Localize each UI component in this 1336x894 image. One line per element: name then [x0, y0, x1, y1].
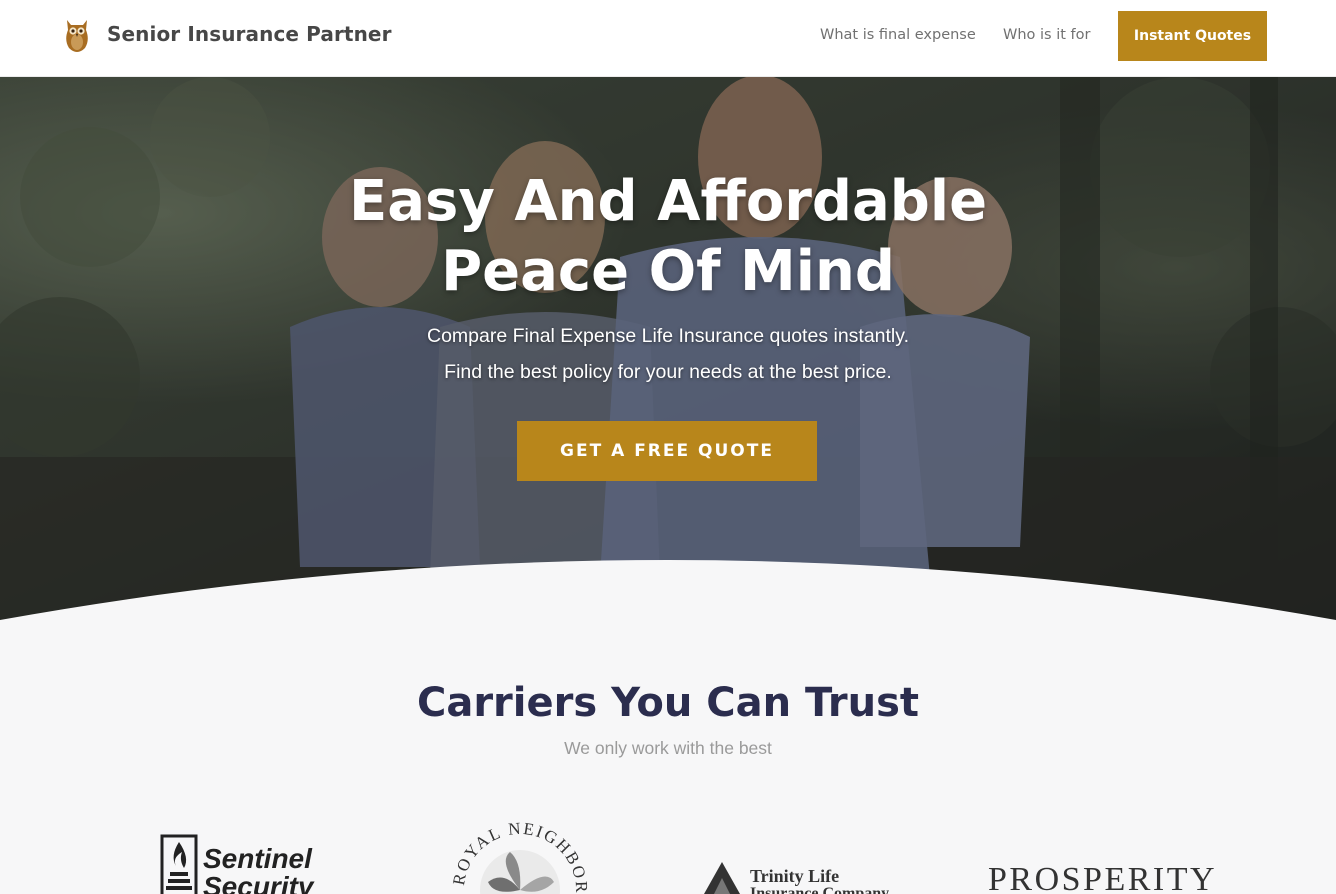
carrier-logo-royal-neighbors[interactable]: ROYAL NEIGHBORS: [448, 812, 593, 894]
royal-neighbors-logo-graphic: ROYAL NEIGHBORS: [448, 812, 589, 894]
security-text: Security: [203, 871, 315, 894]
trinity-life-logo-graphic: Trinity Life Insurance Company: [704, 862, 889, 894]
sentinel-text: Sentinel: [203, 843, 313, 874]
hero-curve-divider: [0, 560, 1336, 622]
hero-title-line-1: Easy And Affordable: [348, 169, 988, 234]
sentinel-security-logo-graphic: Sentinel Security: [160, 834, 315, 894]
instant-quotes-button[interactable]: Instant Quotes: [1118, 11, 1267, 61]
hero-title-line-2: Peace Of Mind: [441, 239, 895, 304]
prosperity-logo-graphic: PROSPERITY: [988, 861, 1217, 894]
carrier-logo-sentinel-security[interactable]: Sentinel Security: [160, 812, 320, 894]
brand-name[interactable]: Senior Insurance Partner: [107, 22, 392, 46]
hero-section: Easy And Affordable Peace Of Mind Compar…: [0, 77, 1336, 622]
hero-subtitle-line-2: Find the best policy for your needs at t…: [444, 361, 892, 383]
owl-icon[interactable]: [64, 16, 90, 54]
hero-subtitle-line-1: Compare Final Expense Life Insurance quo…: [427, 325, 909, 347]
get-free-quote-button[interactable]: GET A FREE QUOTE: [517, 421, 817, 481]
nav-what-is-final-expense[interactable]: What is final expense: [820, 27, 976, 43]
prosperity-text: PROSPERITY: [988, 861, 1217, 894]
nav-who-is-it-for[interactable]: Who is it for: [1003, 27, 1090, 43]
carrier-logo-prosperity[interactable]: PROSPERITY: [985, 812, 1230, 894]
hero-title: Easy And Affordable Peace Of Mind: [0, 167, 1336, 307]
insurance-company-text: Insurance Company: [750, 885, 889, 894]
trinity-life-text: Trinity Life: [750, 866, 839, 886]
site-header: Senior Insurance Partner What is final e…: [0, 0, 1336, 77]
carriers-title: Carriers You Can Trust: [416, 680, 920, 726]
carriers-subtitle: We only work with the best: [564, 738, 772, 758]
carrier-logo-trinity-life[interactable]: Trinity Life Insurance Company: [700, 812, 940, 894]
hero-family-image: [0, 77, 1336, 622]
